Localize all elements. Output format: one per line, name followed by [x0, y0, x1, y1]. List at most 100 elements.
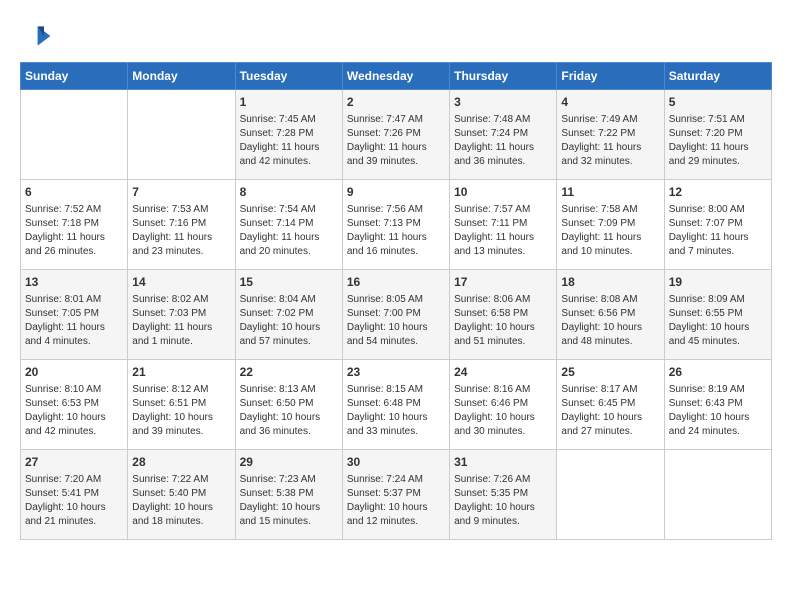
calendar-cell: 31 Sunrise: 7:26 AMSunset: 5:35 PMDayligh… [450, 450, 557, 540]
calendar-cell: 2 Sunrise: 7:47 AMSunset: 7:26 PMDaylight… [342, 90, 449, 180]
day-info: Sunrise: 8:19 AMSunset: 6:43 PMDaylight:… [669, 383, 767, 439]
calendar-cell: 20Sunrise: 8:10 AMSunset: 6:53 PMDayligh… [21, 360, 128, 450]
day-info: Sunrise: 7:22 AMSunset: 5:40 PMDaylight:… [132, 473, 230, 529]
logo [20, 20, 56, 52]
day-number: 8 [240, 184, 338, 201]
day-info: Sunrise: 8:16 AMSunset: 6:46 PMDaylight:… [454, 383, 552, 439]
day-info: Sunrise: 7:47 AMSunset: 7:26 PMDaylight:… [347, 113, 445, 169]
calendar-header-row: SundayMondayTuesdayWednesdayThursdayFrid… [21, 63, 772, 90]
calendar-table: SundayMondayTuesdayWednesdayThursdayFrid… [20, 62, 772, 540]
day-number: 15 [240, 274, 338, 291]
calendar-week-row: 20Sunrise: 8:10 AMSunset: 6:53 PMDayligh… [21, 360, 772, 450]
calendar-cell: 27 Sunrise: 7:20 AMSunset: 5:41 PMDayligh… [21, 450, 128, 540]
day-number: 11 [561, 184, 659, 201]
day-info: Sunrise: 7:52 AMSunset: 7:18 PMDaylight:… [25, 203, 123, 259]
day-number: 22 [240, 364, 338, 381]
day-number: 19 [669, 274, 767, 291]
day-number: 24 [454, 364, 552, 381]
day-info: Sunrise: 8:09 AMSunset: 6:55 PMDaylight:… [669, 293, 767, 349]
column-header-monday: Monday [128, 63, 235, 90]
day-number: 14 [132, 274, 230, 291]
day-info: Sunrise: 8:02 AMSunset: 7:03 PMDaylight:… [132, 293, 230, 349]
day-info: Sunrise: 8:17 AMSunset: 6:45 PMDaylight:… [561, 383, 659, 439]
column-header-sunday: Sunday [21, 63, 128, 90]
calendar-cell: 15Sunrise: 8:04 AMSunset: 7:02 PMDayligh… [235, 270, 342, 360]
calendar-cell: 3 Sunrise: 7:48 AMSunset: 7:24 PMDaylight… [450, 90, 557, 180]
column-header-friday: Friday [557, 63, 664, 90]
calendar-cell: 1 Sunrise: 7:45 AMSunset: 7:28 PMDaylight… [235, 90, 342, 180]
calendar-cell: 8 Sunrise: 7:54 AMSunset: 7:14 PMDaylight… [235, 180, 342, 270]
calendar-cell [128, 90, 235, 180]
calendar-cell [664, 450, 771, 540]
calendar-cell: 16 Sunrise: 8:05 AMSunset: 7:00 PMDayligh… [342, 270, 449, 360]
day-info: Sunrise: 7:24 AMSunset: 5:37 PMDaylight:… [347, 473, 445, 529]
day-number: 23 [347, 364, 445, 381]
day-info: Sunrise: 7:53 AMSunset: 7:16 PMDaylight:… [132, 203, 230, 259]
day-number: 21 [132, 364, 230, 381]
day-info: Sunrise: 8:01 AMSunset: 7:05 PMDaylight:… [25, 293, 123, 349]
day-number: 7 [132, 184, 230, 201]
day-number: 26 [669, 364, 767, 381]
day-info: Sunrise: 7:48 AMSunset: 7:24 PMDaylight:… [454, 113, 552, 169]
day-number: 16 [347, 274, 445, 291]
day-info: Sunrise: 7:56 AMSunset: 7:13 PMDaylight:… [347, 203, 445, 259]
calendar-cell: 7 Sunrise: 7:53 AMSunset: 7:16 PMDaylight… [128, 180, 235, 270]
day-number: 17 [454, 274, 552, 291]
calendar-cell: 10 Sunrise: 7:57 AMSunset: 7:11 PMDayligh… [450, 180, 557, 270]
column-header-wednesday: Wednesday [342, 63, 449, 90]
calendar-cell: 30Sunrise: 7:24 AMSunset: 5:37 PMDayligh… [342, 450, 449, 540]
calendar-cell: 29 Sunrise: 7:23 AMSunset: 5:38 PMDayligh… [235, 450, 342, 540]
calendar-cell: 25 Sunrise: 8:17 AMSunset: 6:45 PMDayligh… [557, 360, 664, 450]
calendar-cell: 21Sunrise: 8:12 AMSunset: 6:51 PMDayligh… [128, 360, 235, 450]
calendar-week-row: 13 Sunrise: 8:01 AMSunset: 7:05 PMDayligh… [21, 270, 772, 360]
day-info: Sunrise: 7:57 AMSunset: 7:11 PMDaylight:… [454, 203, 552, 259]
day-info: Sunrise: 7:54 AMSunset: 7:14 PMDaylight:… [240, 203, 338, 259]
column-header-thursday: Thursday [450, 63, 557, 90]
day-info: Sunrise: 8:05 AMSunset: 7:00 PMDaylight:… [347, 293, 445, 349]
column-header-saturday: Saturday [664, 63, 771, 90]
day-number: 25 [561, 364, 659, 381]
calendar-cell: 11 Sunrise: 7:58 AMSunset: 7:09 PMDayligh… [557, 180, 664, 270]
day-info: Sunrise: 7:51 AMSunset: 7:20 PMDaylight:… [669, 113, 767, 169]
calendar-cell: 14 Sunrise: 8:02 AMSunset: 7:03 PMDayligh… [128, 270, 235, 360]
calendar-cell: 19 Sunrise: 8:09 AMSunset: 6:55 PMDayligh… [664, 270, 771, 360]
calendar-cell [557, 450, 664, 540]
day-info: Sunrise: 7:26 AMSunset: 5:35 PMDaylight:… [454, 473, 552, 529]
calendar-cell: 13 Sunrise: 8:01 AMSunset: 7:05 PMDayligh… [21, 270, 128, 360]
day-info: Sunrise: 8:15 AMSunset: 6:48 PMDaylight:… [347, 383, 445, 439]
day-info: Sunrise: 7:20 AMSunset: 5:41 PMDaylight:… [25, 473, 123, 529]
day-info: Sunrise: 7:23 AMSunset: 5:38 PMDaylight:… [240, 473, 338, 529]
day-info: Sunrise: 8:06 AMSunset: 6:58 PMDaylight:… [454, 293, 552, 349]
day-number: 29 [240, 454, 338, 471]
day-number: 2 [347, 94, 445, 111]
calendar-week-row: 27 Sunrise: 7:20 AMSunset: 5:41 PMDayligh… [21, 450, 772, 540]
day-info: Sunrise: 8:10 AMSunset: 6:53 PMDaylight:… [25, 383, 123, 439]
day-number: 31 [454, 454, 552, 471]
calendar-week-row: 6Sunrise: 7:52 AMSunset: 7:18 PMDaylight… [21, 180, 772, 270]
calendar-cell: 6Sunrise: 7:52 AMSunset: 7:18 PMDaylight… [21, 180, 128, 270]
day-info: Sunrise: 8:08 AMSunset: 6:56 PMDaylight:… [561, 293, 659, 349]
calendar-cell: 4 Sunrise: 7:49 AMSunset: 7:22 PMDaylight… [557, 90, 664, 180]
day-number: 1 [240, 94, 338, 111]
day-info: Sunrise: 7:45 AMSunset: 7:28 PMDaylight:… [240, 113, 338, 169]
calendar-cell: 24 Sunrise: 8:16 AMSunset: 6:46 PMDayligh… [450, 360, 557, 450]
calendar-cell: 5Sunrise: 7:51 AMSunset: 7:20 PMDaylight… [664, 90, 771, 180]
page-header [20, 20, 772, 52]
day-number: 4 [561, 94, 659, 111]
day-info: Sunrise: 7:49 AMSunset: 7:22 PMDaylight:… [561, 113, 659, 169]
calendar-cell: 26 Sunrise: 8:19 AMSunset: 6:43 PMDayligh… [664, 360, 771, 450]
day-number: 3 [454, 94, 552, 111]
day-info: Sunrise: 8:13 AMSunset: 6:50 PMDaylight:… [240, 383, 338, 439]
day-number: 13 [25, 274, 123, 291]
day-number: 27 [25, 454, 123, 471]
calendar-cell: 28Sunrise: 7:22 AMSunset: 5:40 PMDayligh… [128, 450, 235, 540]
day-info: Sunrise: 7:58 AMSunset: 7:09 PMDaylight:… [561, 203, 659, 259]
day-number: 12 [669, 184, 767, 201]
day-number: 10 [454, 184, 552, 201]
day-info: Sunrise: 8:00 AMSunset: 7:07 PMDaylight:… [669, 203, 767, 259]
calendar-cell: 22 Sunrise: 8:13 AMSunset: 6:50 PMDayligh… [235, 360, 342, 450]
calendar-cell: 23 Sunrise: 8:15 AMSunset: 6:48 PMDayligh… [342, 360, 449, 450]
calendar-cell: 9Sunrise: 7:56 AMSunset: 7:13 PMDaylight… [342, 180, 449, 270]
calendar-cell: 18Sunrise: 8:08 AMSunset: 6:56 PMDayligh… [557, 270, 664, 360]
calendar-cell: 17 Sunrise: 8:06 AMSunset: 6:58 PMDayligh… [450, 270, 557, 360]
